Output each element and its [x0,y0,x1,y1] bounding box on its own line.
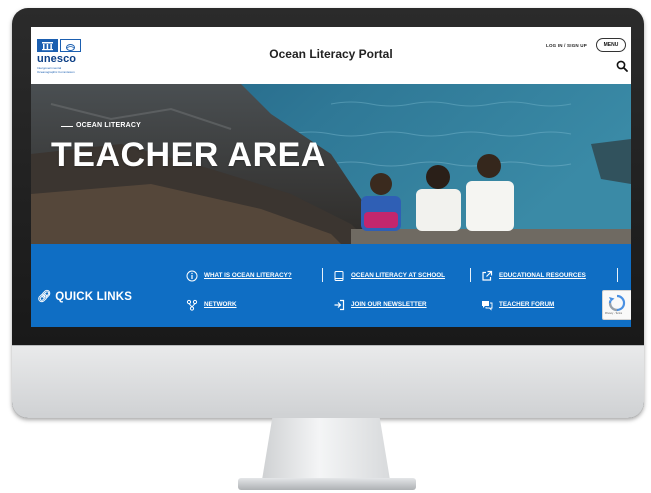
logo-subtext: Intergovernmental Oceanographic Commissi… [37,66,75,74]
recaptcha-footer: Privacy - Terms [605,312,623,315]
quick-link-ocean-literacy-at-school[interactable]: OCEAN LITERACY AT SCHOOL [333,269,445,281]
quick-link-network[interactable]: NETWORK [186,298,237,311]
book-icon [333,269,345,281]
link-chain-icon: 🔗︎ [37,291,52,303]
hero-banner: OCEAN LITERACY TEACHER AREA [31,84,631,244]
network-icon [186,298,198,311]
quick-link-join-newsletter[interactable]: JOIN OUR NEWSLETTER [333,298,427,311]
login-signup-link[interactable]: LOG IN / SIGN UP [546,43,587,48]
quick-links-heading: 🔗︎ QUICK LINKS [37,289,132,303]
chat-icon [481,298,493,311]
external-link-icon [481,269,493,281]
recaptcha-icon [608,294,626,312]
link-divider [470,268,471,282]
link-divider [617,268,618,282]
recaptcha-badge[interactable]: Privacy - Terms [602,290,631,320]
monitor-chin [12,345,644,418]
search-icon[interactable] [616,59,628,72]
quick-link-label: JOIN OUR NEWSLETTER [351,300,427,308]
quick-link-label: NETWORK [204,300,237,308]
browser-viewport: unesco Intergovernmental Oceanographic C… [31,27,631,327]
info-icon [186,269,198,282]
menu-button[interactable]: MENU [596,38,626,52]
quick-link-what-is-ocean-literacy[interactable]: WHAT IS OCEAN LITERACY? [186,269,292,282]
site-title: Ocean Literacy Portal [269,47,393,61]
sign-in-icon [333,298,345,311]
quick-link-label: WHAT IS OCEAN LITERACY? [204,271,292,279]
quick-links-title: QUICK LINKS [55,291,133,303]
quick-links-bar: 🔗︎ QUICK LINKS WHAT IS OCEAN LITERACY? O… [31,244,631,327]
quick-link-label: TEACHER FORUM [499,300,555,308]
quick-link-teacher-forum[interactable]: TEACHER FORUM [481,298,555,311]
site-header: unesco Intergovernmental Oceanographic C… [31,27,631,84]
quick-link-label: OCEAN LITERACY AT SCHOOL [351,271,445,279]
monitor-stand-base [238,478,416,490]
hero-eyebrow: OCEAN LITERACY [76,122,142,129]
quick-link-label: EDUCATIONAL RESOURCES [499,271,586,279]
hero-title: TEACHER AREA [51,136,326,174]
quick-link-educational-resources[interactable]: EDUCATIONAL RESOURCES [481,269,586,281]
eyebrow-dash [61,126,73,127]
monitor-stand-neck [262,418,390,480]
link-divider [322,268,323,282]
